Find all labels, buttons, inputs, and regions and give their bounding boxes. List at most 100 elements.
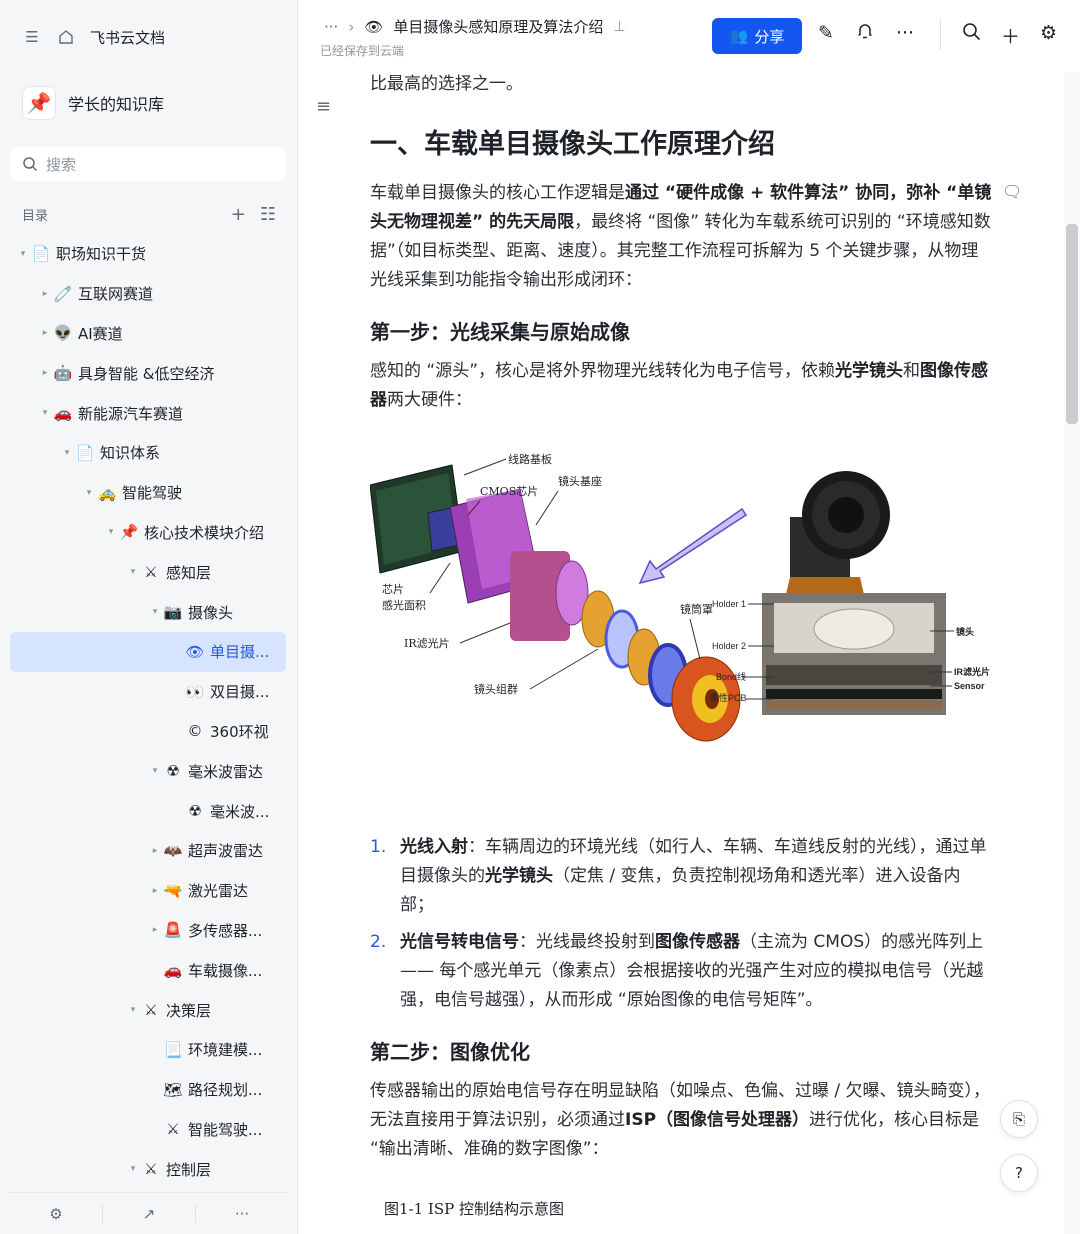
sidebar-item[interactable]: ▾ 📷 摄像头 [10,592,286,632]
edit-icon[interactable]: ✎ [818,22,834,45]
search-input[interactable]: 搜索 [10,146,286,182]
sidebar-item-label: 互联网赛道 [78,285,154,304]
eye-icon: 👁 [364,17,384,36]
home-icon[interactable] [56,27,76,47]
add-icon[interactable]: ＋ [1001,22,1020,49]
sidebar-item[interactable]: 📃 环境建模... [10,1030,286,1070]
list-settings-icon[interactable]: ☷ [260,204,276,225]
sidebar-item-label: 感知层 [166,563,212,582]
sidebar-item[interactable]: 🗺 路径规划... [10,1070,286,1110]
list-item: 1. 光线入射：车辆周边的环境光线（如行人、车辆、车道线反射的光线），通过单目摄像… [370,833,992,920]
sidebar-item[interactable]: ▾ 📄 知识体系 [10,433,286,473]
pin-icon[interactable]: ⊥ [613,19,625,35]
bold-run: 光学镜头 [485,866,553,886]
knowledge-base-header[interactable]: 📌 学长的知识库 [22,86,164,120]
sidebar-item[interactable]: ▾ ⚔ 感知层 [10,552,286,592]
comment-icon[interactable]: 🗨 [1002,182,1022,201]
sidebar-item[interactable]: ▸ 🧷 互联网赛道 [10,274,286,314]
sidebar-item[interactable]: ▸ 🤖 具身智能 &低空经济 [10,353,286,393]
chevron-down-icon[interactable]: ▾ [104,527,118,537]
sidebar-item[interactable]: ▾ ⚔ 控制层 [10,1149,286,1189]
doc-title[interactable]: 单目摄像头感知原理及算法介绍 [393,16,603,37]
sidebar-item[interactable]: ▸ 👽 AI赛道 [10,314,286,354]
share-out-icon[interactable]: ↗ [102,1204,195,1223]
chevron-right-icon[interactable]: ▸ [148,925,162,935]
page-icon: ☢ [166,762,180,781]
sidebar-item[interactable]: 👀 双目摄... [10,672,286,712]
sidebar-item[interactable]: 👁 单目摄... [10,631,286,672]
more-icon[interactable]: ··· [195,1204,288,1223]
sidebar-item[interactable]: ▾ 🚕 智能驾驶 [10,473,286,513]
search-icon[interactable] [962,22,981,49]
sidebar-item[interactable]: ▾ 📄 职场知识干货 [10,234,286,274]
copy-link-button[interactable]: ⎘ [1000,1100,1038,1138]
app-name[interactable]: 飞书云文档 [90,27,165,48]
sidebar-item[interactable]: ▾ 📌 核心技术模块介绍 [10,513,286,553]
sidebar-item-label: 智能驾驶 [122,484,183,503]
sidebar-item[interactable]: ⚔ 智能驾驶... [10,1110,286,1150]
list-number: 1. [370,837,387,857]
sidebar-item-label: 环境建模... [188,1041,263,1060]
page-icon: ⚔ [144,1001,158,1020]
scrollbar-thumb[interactable] [1066,224,1078,424]
chevron-down-icon[interactable]: ▾ [148,766,162,776]
chevron-down-icon[interactable]: ▾ [126,567,140,577]
sidebar-item[interactable]: ▾ 🚗 新能源汽车赛道 [10,393,286,433]
gear-icon[interactable]: ⚙ [1040,22,1057,49]
help-button[interactable]: ? [1000,1154,1038,1192]
settings-icon[interactable]: ⚙ [10,1205,102,1223]
chevron-down-icon[interactable]: ▾ [16,249,30,259]
page-icon: 🧷 [53,284,73,303]
page-icon: 👀 [185,682,205,701]
chevron-down-icon[interactable]: ▾ [126,1164,140,1174]
breadcrumb-more[interactable]: ··· [324,18,338,36]
sidebar-item[interactable]: 🚗 车载摄像... [10,950,286,990]
label-chip-area: 感光面积 [382,598,426,612]
chevron-down-icon[interactable]: ▾ [38,408,52,418]
more-icon[interactable]: ··· [896,22,914,45]
page-icon: 📄 [31,244,51,263]
chevron-right-icon: › [348,17,355,36]
intro-tail: 比最高的选择之一。 [370,74,523,94]
collapse-sidebar-icon[interactable]: ☰ [22,27,42,47]
sidebar-item-label: 单目摄... [210,643,270,662]
text-run: 和 [903,361,921,381]
outline-icon[interactable]: ≡ [316,96,331,117]
sidebar-item[interactable]: ▾ ⚔ 决策层 [10,990,286,1030]
chevron-right-icon[interactable]: ▸ [148,846,162,856]
scrollbar[interactable] [1064,72,1080,1234]
sidebar-item-label: 超声波雷达 [188,842,264,861]
sidebar-item[interactable]: ▸ 🦇 超声波雷达 [10,831,286,871]
bell-icon[interactable] [856,22,874,45]
share-button[interactable]: 👥 分享 [712,18,802,54]
chevron-right-icon[interactable]: ▸ [38,289,52,299]
pushpin-icon: 📌 [22,86,56,120]
sidebar-item[interactable]: ☢ 毫米波... [10,791,286,831]
sidebar-item-label: 360环视 [210,722,269,741]
sidebar-item-label: 新能源汽车赛道 [78,404,184,423]
chevron-right-icon[interactable]: ▸ [148,886,162,896]
chevron-right-icon[interactable]: ▸ [38,328,52,338]
chevron-right-icon[interactable]: ▸ [38,368,52,378]
page-icon: 🔫 [163,881,183,900]
label-board: 线路基板 [508,452,552,466]
page-icon: 🚕 [97,483,117,502]
camera-structure-figure[interactable]: 线路基板 CMOS芯片 镜头基座 芯片 感光面积 IR滤光片 镜头组群 镜筒罩 … [369,443,992,773]
add-icon[interactable]: + [231,204,246,225]
header-tools: ✎ ··· [818,22,914,45]
page-icon: 🦇 [163,841,183,860]
list-number: 2. [370,932,387,952]
chevron-down-icon[interactable]: ▾ [82,488,96,498]
label-ir: IR滤光片 [404,636,450,650]
sidebar-item[interactable]: ▾ ☢ 毫米波雷达 [10,751,286,791]
sidebar-item-label: 毫米波雷达 [188,762,264,781]
sidebar-item[interactable]: ▸ 🔫 激光雷达 [10,871,286,911]
breadcrumb: ··· › 👁 单目摄像头感知原理及算法介绍 ⊥ [324,16,626,37]
text-run: ：光线最终投射到 [519,932,655,952]
sidebar-item[interactable]: ▸ 🚨 多传感器... [10,911,286,951]
chevron-down-icon[interactable]: ▾ [148,607,162,617]
chevron-down-icon[interactable]: ▾ [126,1005,140,1015]
chevron-down-icon[interactable]: ▾ [60,448,74,458]
page-icon: ⚔ [166,1120,180,1139]
sidebar-item[interactable]: © 360环视 [10,712,286,752]
